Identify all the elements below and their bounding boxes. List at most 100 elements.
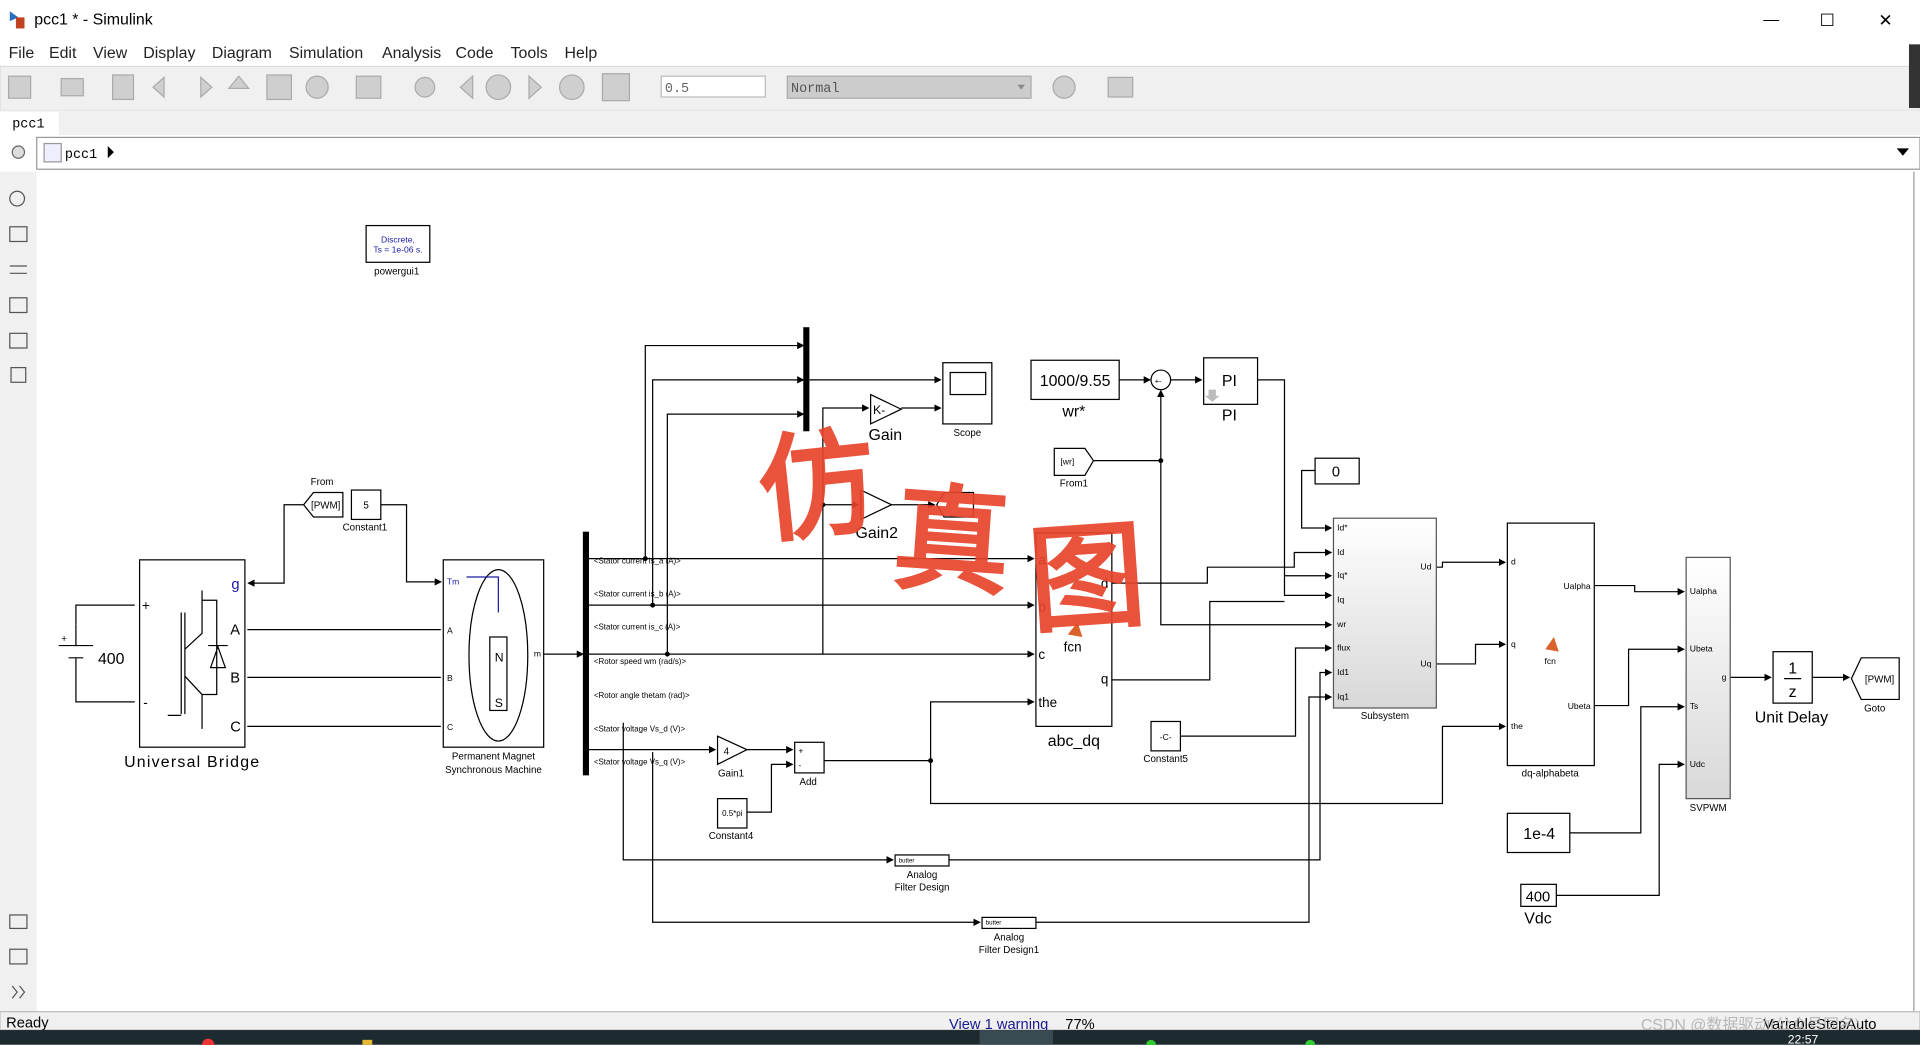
port-plus: + [142,598,150,613]
save-icon[interactable] [112,74,135,101]
port-a: A [447,625,453,635]
subsystem-block[interactable]: Id* Id Iq* Iq wr flux Id1 Iq1 Ud Uq Subs… [1332,517,1437,722]
menu-code[interactable]: Code [456,45,494,62]
add-block[interactable]: + - Add [794,741,825,788]
universal-bridge-block[interactable]: g A B C + - Universal Bridge [124,559,260,771]
menu-help[interactable]: Help [564,45,597,62]
menu-diagram[interactable]: Diagram [212,45,272,62]
scrollbar[interactable] [1908,44,1920,109]
speed-reference-block[interactable]: 1000/9.55 wr* [1030,359,1120,421]
vdc-constant-block[interactable]: 400 Vdc [1520,883,1557,928]
port-ubeta: Ubeta [1568,701,1591,711]
taskbar-clock: 22:57 [1788,1033,1819,1045]
zero-constant-block[interactable]: 0 [1314,457,1360,485]
vdc-label: Vdc [1524,911,1551,928]
new-model-icon[interactable] [7,75,32,99]
wr-ref-label: wr* [1061,404,1085,421]
port-iq-ref: Iq* [1337,570,1348,580]
sim-mode-value: Normal [791,82,839,97]
ts-constant-block[interactable]: 1e-4 [1506,812,1571,854]
maximize-button[interactable]: ☐ [1820,10,1835,30]
menu-edit[interactable]: Edit [49,45,77,62]
close-button[interactable]: ✕ [1878,10,1892,30]
from1-block[interactable]: [wr] From1 [1053,447,1095,489]
check-icon[interactable] [1052,75,1076,99]
sum-block[interactable]: +- [1150,369,1172,391]
menu-analysis[interactable]: Analysis [382,45,441,62]
menu-file[interactable]: File [9,45,35,62]
port-the: the [1511,721,1523,731]
powergui-block[interactable]: Discrete, Ts = 1e-06 s. powergui1 [365,224,431,278]
gain1-label: Gain1 [718,769,744,780]
port-q: q [1511,639,1516,649]
tab-bar [0,110,1920,135]
pi-block[interactable]: PI PI [1203,357,1259,424]
watermark-char: 真 [889,473,1014,611]
stop-icon[interactable] [558,74,585,101]
goto-pwm-block[interactable]: [PWM] Goto [1850,657,1900,715]
port-id1: Id1 [1337,667,1349,677]
taskbar-folder-icon[interactable] [362,1039,373,1045]
model-explorer-icon[interactable] [355,75,382,99]
add-sign-minus: - [798,760,801,770]
abc-dq-label: abc_dq [1048,733,1100,750]
dc-voltage-source[interactable]: + 400 [58,624,125,686]
stop-time-value: 0.5 [665,82,689,97]
port-ud: Ud [1420,562,1431,572]
port-iq: Iq [1337,595,1344,605]
pmsm-label-1: Permanent Magnet [452,751,535,762]
port-udc: Udc [1690,759,1706,769]
build-icon[interactable] [1107,76,1134,98]
from-label: From [311,477,334,488]
unit-delay-block[interactable]: 1 z Unit Delay [1755,651,1828,727]
constant5-block[interactable]: -C- Constant5 [1143,720,1189,765]
analog-filter1-block[interactable]: butter Analog Filter Design1 [979,916,1039,956]
watermark-char: 图 [1024,510,1149,648]
unit-delay-den: z [1789,684,1797,701]
settings-gear-icon[interactable] [305,75,329,99]
minimize-button[interactable]: — [1763,12,1779,29]
data-inspector-icon[interactable] [601,73,630,102]
menu-tools[interactable]: Tools [511,45,548,62]
constant1-value: 5 [363,500,369,511]
scope-block[interactable]: Scope [942,362,993,439]
taskbar-active-item[interactable] [979,1030,1054,1045]
menu-simulation[interactable]: Simulation [289,45,363,62]
breadcrumb [36,136,1920,170]
mux-block[interactable] [803,327,810,432]
pmsm-label-2: Synchronous Machine [445,765,542,776]
breadcrumb-model[interactable]: pcc1 [65,148,97,163]
pi-value: PI [1222,373,1237,390]
constant4-block[interactable]: 0.5*pi Constant4 [709,798,754,842]
unit-delay-label: Unit Delay [1755,710,1828,727]
gain-block[interactable]: K- Gain [869,393,903,444]
svpwm-block[interactable]: Ualpha Ubeta Ts Udc g SVPWM [1685,556,1731,814]
open-icon[interactable] [60,78,84,97]
constant1-block[interactable]: 5 Constant1 [343,489,388,533]
gain1-block[interactable]: 4 Gain1 [716,735,749,780]
port-id-ref: Id* [1337,522,1348,532]
dq-alphabeta-block[interactable]: d q the Ualpha Ubeta fcn dq-alphabeta [1506,522,1595,780]
bus-signal: <Stator voltage Vs_d (V)> [594,724,686,733]
port-g: g [231,577,239,593]
analog-filter-block[interactable]: butter Analog Filter Design [894,854,950,894]
simulink-window: pcc1 * - Simulink — ☐ ✕ File Edit View D… [0,0,1920,1045]
filter-tag: butter [899,857,915,864]
menu-display[interactable]: Display [143,45,195,62]
record-icon[interactable] [414,76,436,98]
pmsm-block[interactable]: N S Tm A B C m Permanent Magnet Synchron… [442,559,545,776]
constant5-value: -C- [1160,732,1172,742]
run-icon[interactable] [485,74,512,101]
port-c: C [230,719,241,735]
from-block[interactable]: [PWM] From [302,477,344,518]
port-m: m [534,649,541,659]
port-b: B [230,670,240,686]
port-c: c [1038,647,1045,662]
port-minus: - [143,695,147,710]
menu-view[interactable]: View [93,45,128,62]
hide-browser-icon[interactable] [11,145,26,159]
diagram-canvas: Discrete, Ts = 1e-06 s. powergui1 + 400 … [58,224,1900,956]
pole-n: N [495,650,504,664]
port-id: Id [1337,547,1344,557]
library-icon[interactable] [266,74,293,101]
